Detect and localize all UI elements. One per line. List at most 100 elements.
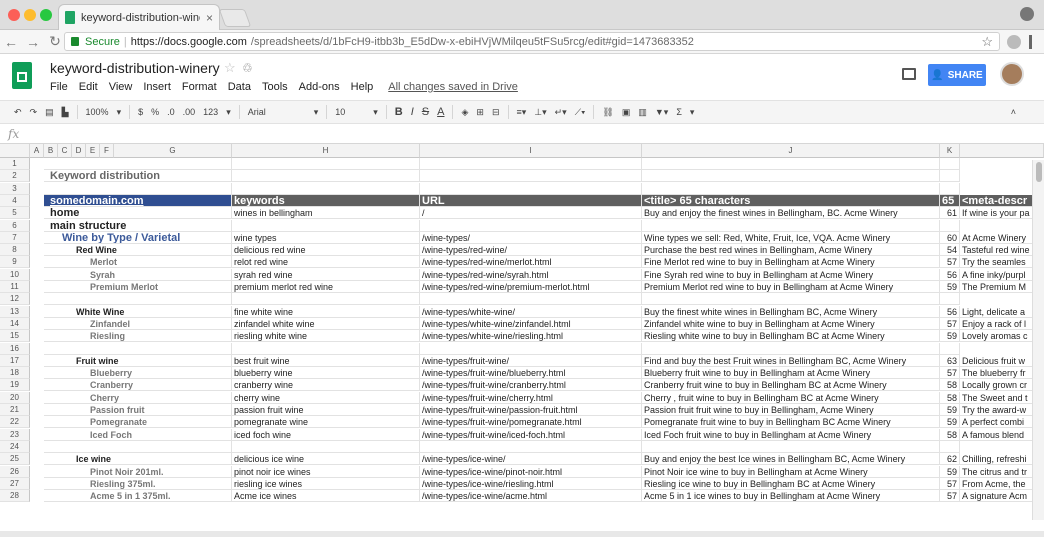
cell[interactable] [420,440,642,453]
cell[interactable] [44,158,232,170]
borders-icon[interactable]: ⊞ [476,107,484,118]
cell[interactable]: Passion fruit fruit wine to buy in Belli… [642,404,940,416]
forward-icon[interactable]: → [22,34,44,50]
cell[interactable]: 58 [940,428,960,441]
row-header[interactable]: 21 [0,404,30,416]
column-header-g[interactable]: G [114,144,232,158]
cell[interactable]: Passion fruit [44,404,232,416]
cell[interactable]: Fine Syrah red wine to buy in Bellingham… [642,268,940,281]
cell[interactable]: Premium Merlot [44,281,232,293]
row-header[interactable]: 14 [0,317,30,330]
cell[interactable]: 57 [940,256,960,269]
cell[interactable]: passion fruit wine [232,404,420,416]
cell[interactable]: best fruit wine [232,354,420,367]
cell[interactable]: delicious ice wine [232,453,420,466]
row-header[interactable]: 20 [0,391,30,404]
row-header[interactable]: 16 [0,342,30,355]
cell[interactable]: Blueberry fruit wine to buy in Bellingha… [642,367,940,380]
increase-decimal-button[interactable]: .00 [183,107,196,117]
text-color-button[interactable]: A [437,106,444,118]
cell[interactable]: /wine-types/ice-wine/ [420,453,642,466]
text-rotation-icon[interactable]: ⟋▾ [575,107,586,118]
cell[interactable] [232,158,420,170]
insert-link-icon[interactable]: ⛓ [602,107,613,118]
cell[interactable]: 59 [940,281,960,293]
cell[interactable] [232,293,420,306]
close-window-icon[interactable] [8,9,20,21]
cell[interactable]: Buy the finest white wines in Bellingham… [642,305,940,318]
new-tab-button[interactable] [218,9,252,27]
cell[interactable]: Riesling white wine to buy in Bellingham… [642,330,940,343]
cell[interactable]: iced foch wine [232,428,420,441]
cell[interactable] [642,342,940,355]
cell[interactable]: Buy and enjoy the best Ice wines in Bell… [642,453,940,466]
print-icon[interactable]: ▤ [45,107,54,118]
row-header[interactable]: 12 [0,293,30,306]
cell[interactable]: 59 [940,416,960,429]
save-status[interactable]: All changes saved in Drive [388,81,518,93]
cell[interactable]: Fruit wine [44,354,232,367]
cell[interactable]: /wine-types/ [420,231,642,244]
italic-button[interactable]: I [411,106,414,118]
menu-addons[interactable]: Add-ons [299,81,340,93]
cell[interactable]: 56 [940,268,960,281]
select-all-corner[interactable] [0,144,30,158]
cell[interactable] [232,170,420,183]
cell[interactable]: Cherry [44,391,232,404]
cell[interactable]: 58 [940,379,960,392]
cell[interactable]: Cherry , fruit wine to buy in Bellingham… [642,391,940,404]
cell[interactable]: 62 [940,453,960,466]
row-header[interactable]: 24 [0,440,30,453]
column-header-b[interactable]: B [44,144,58,158]
cell[interactable]: Pinot Noir 201ml. [44,465,232,478]
star-icon[interactable]: ☆ [224,60,236,76]
vertical-scrollbar[interactable] [1032,160,1044,520]
cell[interactable] [642,219,940,232]
cell[interactable]: Riesling ice wine to buy in Bellingham B… [642,477,940,490]
cell[interactable] [940,182,960,195]
row-header[interactable]: 7 [0,231,30,244]
cell[interactable]: Keyword distribution [44,170,232,183]
row-header[interactable]: 13 [0,305,30,318]
cell[interactable]: Buy and enjoy the finest wines in Bellin… [642,207,940,220]
redo-icon[interactable]: ↷ [30,107,38,118]
address-bar[interactable]: Secure | https://docs.google.com/spreads… [64,32,1000,51]
cell[interactable]: Ice wine [44,453,232,466]
filter-icon[interactable]: ▼▾ [655,107,668,118]
undo-icon[interactable]: ↶ [14,107,22,118]
row-header[interactable]: 17 [0,354,30,367]
cell[interactable]: Riesling [44,330,232,343]
cell[interactable]: 60 [940,231,960,244]
menu-tools[interactable]: Tools [262,81,288,93]
merge-cells-icon[interactable]: ⊟ [492,107,500,118]
share-button[interactable]: 👤 SHARE [928,64,986,86]
cell[interactable]: syrah red wine [232,268,420,281]
cell[interactable]: home [44,207,232,220]
cell[interactable]: main structure [44,219,232,232]
cell[interactable] [940,219,960,232]
horizontal-scrollbar[interactable] [0,531,1044,537]
cell[interactable]: cranberry wine [232,379,420,392]
font-size-select[interactable]: 10 [335,107,365,117]
column-header-j[interactable]: J [642,144,940,158]
column-header-e[interactable]: E [86,144,100,158]
cell[interactable] [420,170,642,183]
text-wrap-icon[interactable]: ↵▾ [555,107,567,118]
move-to-folder-icon[interactable]: ♲ [242,61,253,75]
cell[interactable]: / [420,207,642,220]
cell[interactable]: Premium Merlot red wine to buy in Bellin… [642,281,940,293]
cell[interactable]: pomegranate wine [232,416,420,429]
vertical-align-icon[interactable]: ⊥▾ [534,107,546,118]
cell[interactable]: relot red wine [232,256,420,269]
cell[interactable]: wine types [232,231,420,244]
cell[interactable]: /wine-types/white-wine/riesling.html [420,330,642,343]
row-header[interactable]: 28 [0,490,30,503]
menu-format[interactable]: Format [182,81,217,93]
menu-file[interactable]: File [50,81,68,93]
menu-insert[interactable]: Insert [143,81,171,93]
cell[interactable] [232,182,420,195]
cell[interactable]: blueberry wine [232,367,420,380]
row-header[interactable]: 23 [0,428,30,441]
strikethrough-button[interactable]: S [422,106,429,118]
scrollbar-thumb[interactable] [1036,162,1042,182]
